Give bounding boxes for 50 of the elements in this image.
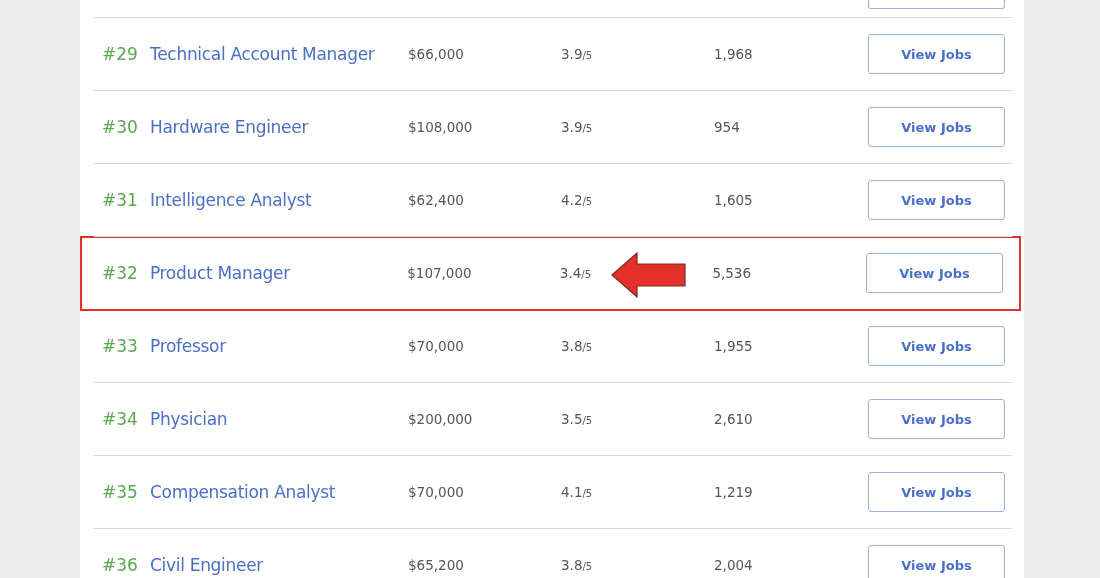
salary-text: $70,000 — [408, 338, 465, 354]
view-jobs-button[interactable]: View Jobs — [868, 545, 1005, 578]
salary-text: $108,000 — [408, 119, 474, 135]
job-title-link[interactable]: Hardware Engineer — [150, 117, 408, 137]
job-title-link[interactable]: Professor — [150, 336, 408, 356]
rank-number: #32 — [101, 263, 139, 283]
salary-text: $65,200 — [408, 557, 465, 573]
view-jobs-button[interactable]: View Jobs — [868, 472, 1005, 512]
count-text: 2,610 — [714, 411, 754, 427]
count-text: 954 — [714, 119, 741, 135]
rating-text: 3.9/5 — [561, 46, 594, 62]
view-jobs-button[interactable]: View Jobs — [868, 326, 1005, 366]
rating-text: 3.9/5 — [561, 119, 594, 135]
count-text: 1,968 — [714, 46, 754, 62]
rating-text: 3.4/5 — [559, 265, 592, 281]
job-title-link[interactable]: Technical Account Manager — [150, 44, 408, 64]
rank-number: #30 — [101, 117, 139, 137]
rank-number: #34 — [101, 409, 139, 429]
rank-number: #31 — [101, 190, 139, 210]
rank-number: #33 — [101, 336, 139, 356]
job-title-link[interactable]: Physician — [150, 409, 408, 429]
salary-text: $70,000 — [408, 484, 465, 500]
rating-text: 3.8/5 — [561, 557, 594, 573]
rating-text: 4.2/5 — [561, 192, 594, 208]
job-title-link[interactable]: Compensation Analyst — [150, 482, 408, 502]
rating-text: 4.1/5 — [561, 484, 594, 500]
rating-text: 3.8/5 — [561, 338, 594, 354]
count-text: 5,536 — [712, 265, 753, 281]
job-title-link[interactable]: Product Manager — [149, 263, 408, 283]
rank-number: #29 — [101, 44, 139, 64]
view-jobs-button[interactable]: View Jobs — [866, 253, 1003, 293]
button-edge[interactable] — [868, 0, 1005, 9]
salary-text: $200,000 — [408, 411, 474, 427]
view-jobs-button[interactable]: View Jobs — [868, 107, 1005, 147]
view-jobs-button[interactable]: View Jobs — [868, 399, 1005, 439]
count-text: 2,004 — [714, 557, 754, 573]
rank-number: #36 — [101, 555, 139, 575]
job-title-link[interactable]: Civil Engineer — [150, 555, 408, 575]
count-text: 1,219 — [714, 484, 754, 500]
job-title-link[interactable]: Intelligence Analyst — [150, 190, 408, 210]
salary-text: $107,000 — [407, 265, 473, 281]
count-text: 1,955 — [714, 338, 754, 354]
view-jobs-button[interactable]: View Jobs — [868, 34, 1005, 74]
arrow-icon — [611, 251, 687, 299]
salary-text: $66,000 — [408, 46, 465, 62]
rank-number: #35 — [101, 482, 139, 502]
salary-text: $62,400 — [408, 192, 465, 208]
rating-text: 3.5/5 — [561, 411, 594, 427]
count-text: 1,605 — [714, 192, 754, 208]
view-jobs-button[interactable]: View Jobs — [868, 180, 1005, 220]
